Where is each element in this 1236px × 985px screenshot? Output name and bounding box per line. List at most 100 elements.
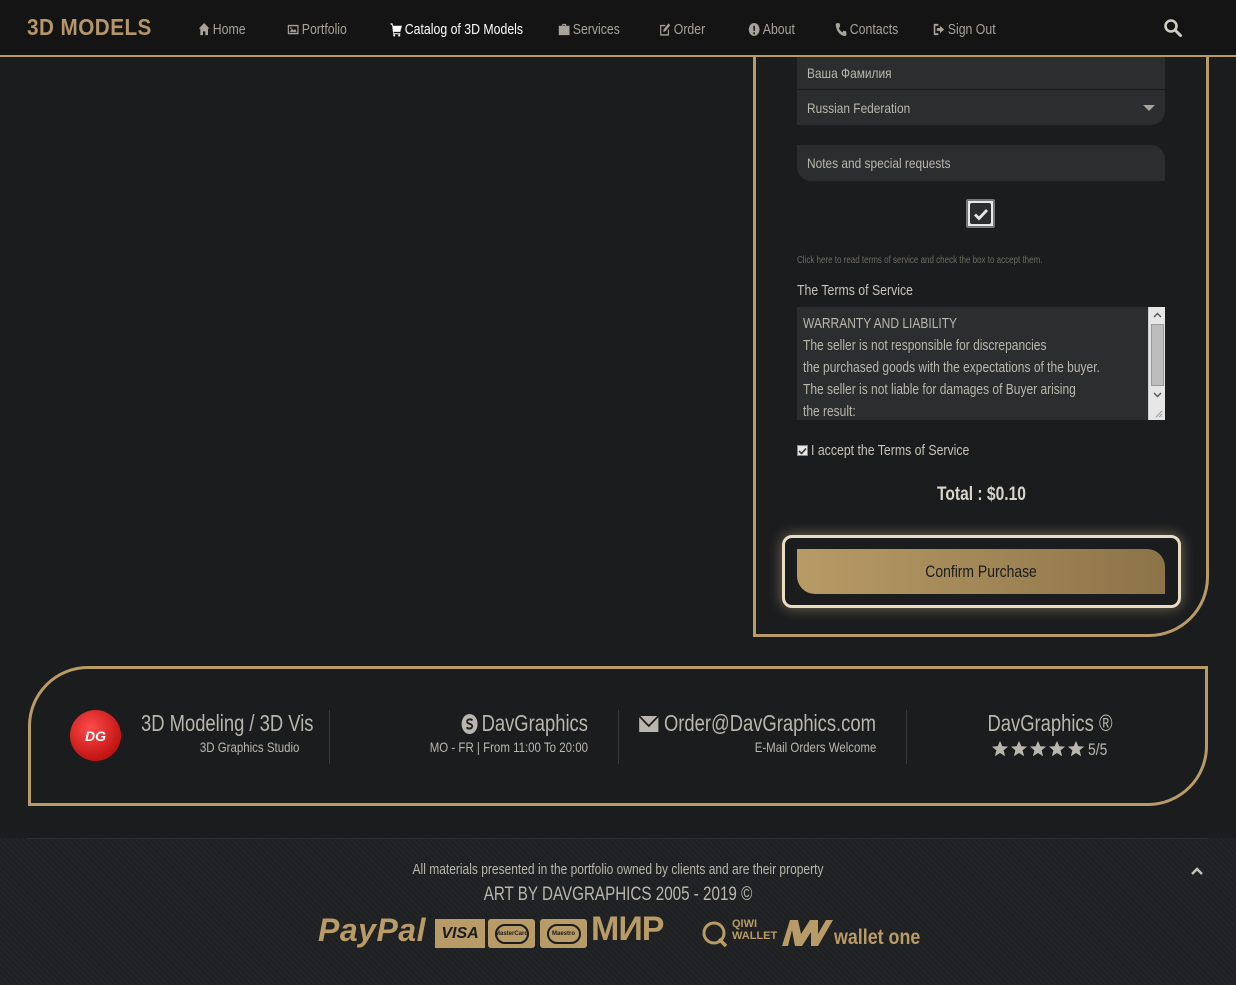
footer-col3-title: Order@DavGraphics.com [664,710,876,736]
search-button[interactable] [1163,18,1183,38]
nav-portfolio-label: Portfolio [301,20,347,38]
search-icon [1164,19,1182,37]
terms-toggle-checkbox[interactable] [966,199,995,228]
lastname-field[interactable]: Ваша Фамилия [797,57,1165,89]
footer-col4-title: DavGraphics ® [987,710,1113,736]
resize-grip-icon[interactable] [1155,410,1163,418]
accept-terms-checkbox[interactable] [797,445,808,456]
nav-about-label: About [762,20,795,38]
footer-divider [618,710,619,764]
footer-divider [906,710,907,764]
star-icon [1048,740,1066,757]
edit-icon [660,22,671,36]
envelope-icon [638,714,659,732]
copyright-notice: All materials presented in the portfolio… [412,861,824,878]
scroll-down-arrow-icon[interactable] [1149,387,1165,403]
terms-hint[interactable]: Click here to read terms of service and … [797,255,1042,266]
chevron-up-icon [1191,867,1203,875]
nav-portfolio[interactable]: Portfolio [287,19,347,39]
maestro-text: Maestro [551,930,575,937]
nav-services[interactable]: Services [558,19,620,39]
order-total: Total : $0.10 [937,484,1026,505]
maestro-logo: Maestro [540,919,587,948]
phone-icon [835,22,847,36]
rating-stars [991,740,1085,758]
logo-text: DG [85,727,106,744]
mir-logo: МИР [591,910,664,948]
bottom-divider [28,838,1208,839]
terms-textarea[interactable]: WARRANTY AND LIABILITY The seller is not… [797,307,1165,420]
nav-sign-out[interactable]: Sign Out [933,19,996,39]
terms-scrollbar[interactable] [1148,307,1165,420]
image-icon [287,24,299,34]
qiwi-icon [702,921,728,948]
footer-divider [329,710,330,764]
terms-title: The Terms of Service [797,282,913,299]
home-icon [198,22,210,35]
terms-line: the result: [803,403,856,420]
terms-line: The seller is not liable for damages of … [803,381,1076,398]
lastname-placeholder: Ваша Фамилия [807,65,892,81]
footer-col2-sub: MO - FR | From 11:00 To 20:00 [429,739,588,755]
qiwi-text: QIWI [732,918,758,930]
nav-catalog[interactable]: Catalog of 3D Models [390,19,523,39]
confirm-button-frame: Confirm Purchase [782,535,1181,608]
star-icon [991,740,1009,757]
brand-logo[interactable]: 3D MODELS [27,14,152,41]
checkmark-icon [798,447,807,455]
walletone-logo: wallet one [834,926,921,949]
nav-contacts[interactable]: Contacts [835,19,898,39]
notes-field[interactable]: Notes and special requests [797,145,1165,181]
country-value: Russian Federation [807,99,911,116]
studio-logo[interactable]: DG [70,710,121,761]
qiwi-wallet-text: WALLET [732,930,778,942]
star-icon [1010,740,1028,757]
terms-line: The seller is not responsible for discre… [803,337,1047,354]
country-select[interactable]: Russian Federation [797,90,1165,125]
nav-order[interactable]: Order [659,19,705,39]
nav-services-label: Services [572,20,620,38]
rating-text: 5/5 [1088,740,1108,759]
nav-about[interactable]: About [748,19,795,39]
scroll-up-arrow-icon[interactable] [1149,307,1165,323]
nav-catalog-label: Catalog of 3D Models [404,20,524,38]
confirm-purchase-button[interactable]: Confirm Purchase [797,549,1165,594]
briefcase-icon [558,23,570,35]
terms-line: the purchased goods with the expectation… [803,359,1100,376]
footer-col3-heading[interactable]: Order@DavGraphics.com [638,710,876,737]
mastercard-logo: MasterCard [488,919,535,948]
sign-out-icon [933,23,945,35]
footer-col1-title: 3D Modeling / 3D Vis [141,710,314,736]
checkmark-icon [973,208,988,221]
accept-terms-row[interactable]: I accept the Terms of Service [797,442,1004,459]
top-navbar: 3D MODELS Home Portfolio Catalog of 3D M… [0,0,1236,57]
nav-contacts-label: Contacts [849,20,899,38]
star-icon [1067,740,1085,757]
footer-col2-title: DavGraphics [481,710,588,736]
visa-logo: VISA [435,919,485,948]
star-icon [1029,740,1047,757]
mastercard-text: MasterCard [495,930,529,937]
nav-order-label: Order [673,20,706,38]
nav-sign-out-label: Sign Out [947,20,996,38]
accept-terms-label[interactable]: I accept the Terms of Service [811,442,969,459]
paypal-logo: PayPal [318,912,426,948]
nav-home[interactable]: Home [198,19,246,39]
confirm-purchase-label: Confirm Purchase [925,561,1037,581]
chevron-down-icon [1143,105,1155,111]
terms-text: WARRANTY AND LIABILITY The seller is not… [803,313,1165,420]
footer-col3-sub: E-Mail Orders Welcome [754,739,876,755]
skype-icon [461,713,478,734]
footer-col2-heading[interactable]: DavGraphics [461,710,588,737]
notes-placeholder: Notes and special requests [807,155,951,171]
walletone-icon [782,920,833,946]
terms-line: WARRANTY AND LIABILITY [803,315,958,332]
nav-home-label: Home [212,20,246,38]
qiwi-wallet-logo: QIWI WALLET [732,918,777,942]
info-icon [748,22,760,36]
copyright-line: ART BY DAVGRAPHICS 2005 - 2019 © [483,884,753,905]
cart-icon [390,22,402,37]
footer-col1-sub: 3D Graphics Studio [199,739,299,755]
scroll-to-top-button[interactable] [1190,864,1204,878]
scroll-thumb[interactable] [1151,324,1164,386]
